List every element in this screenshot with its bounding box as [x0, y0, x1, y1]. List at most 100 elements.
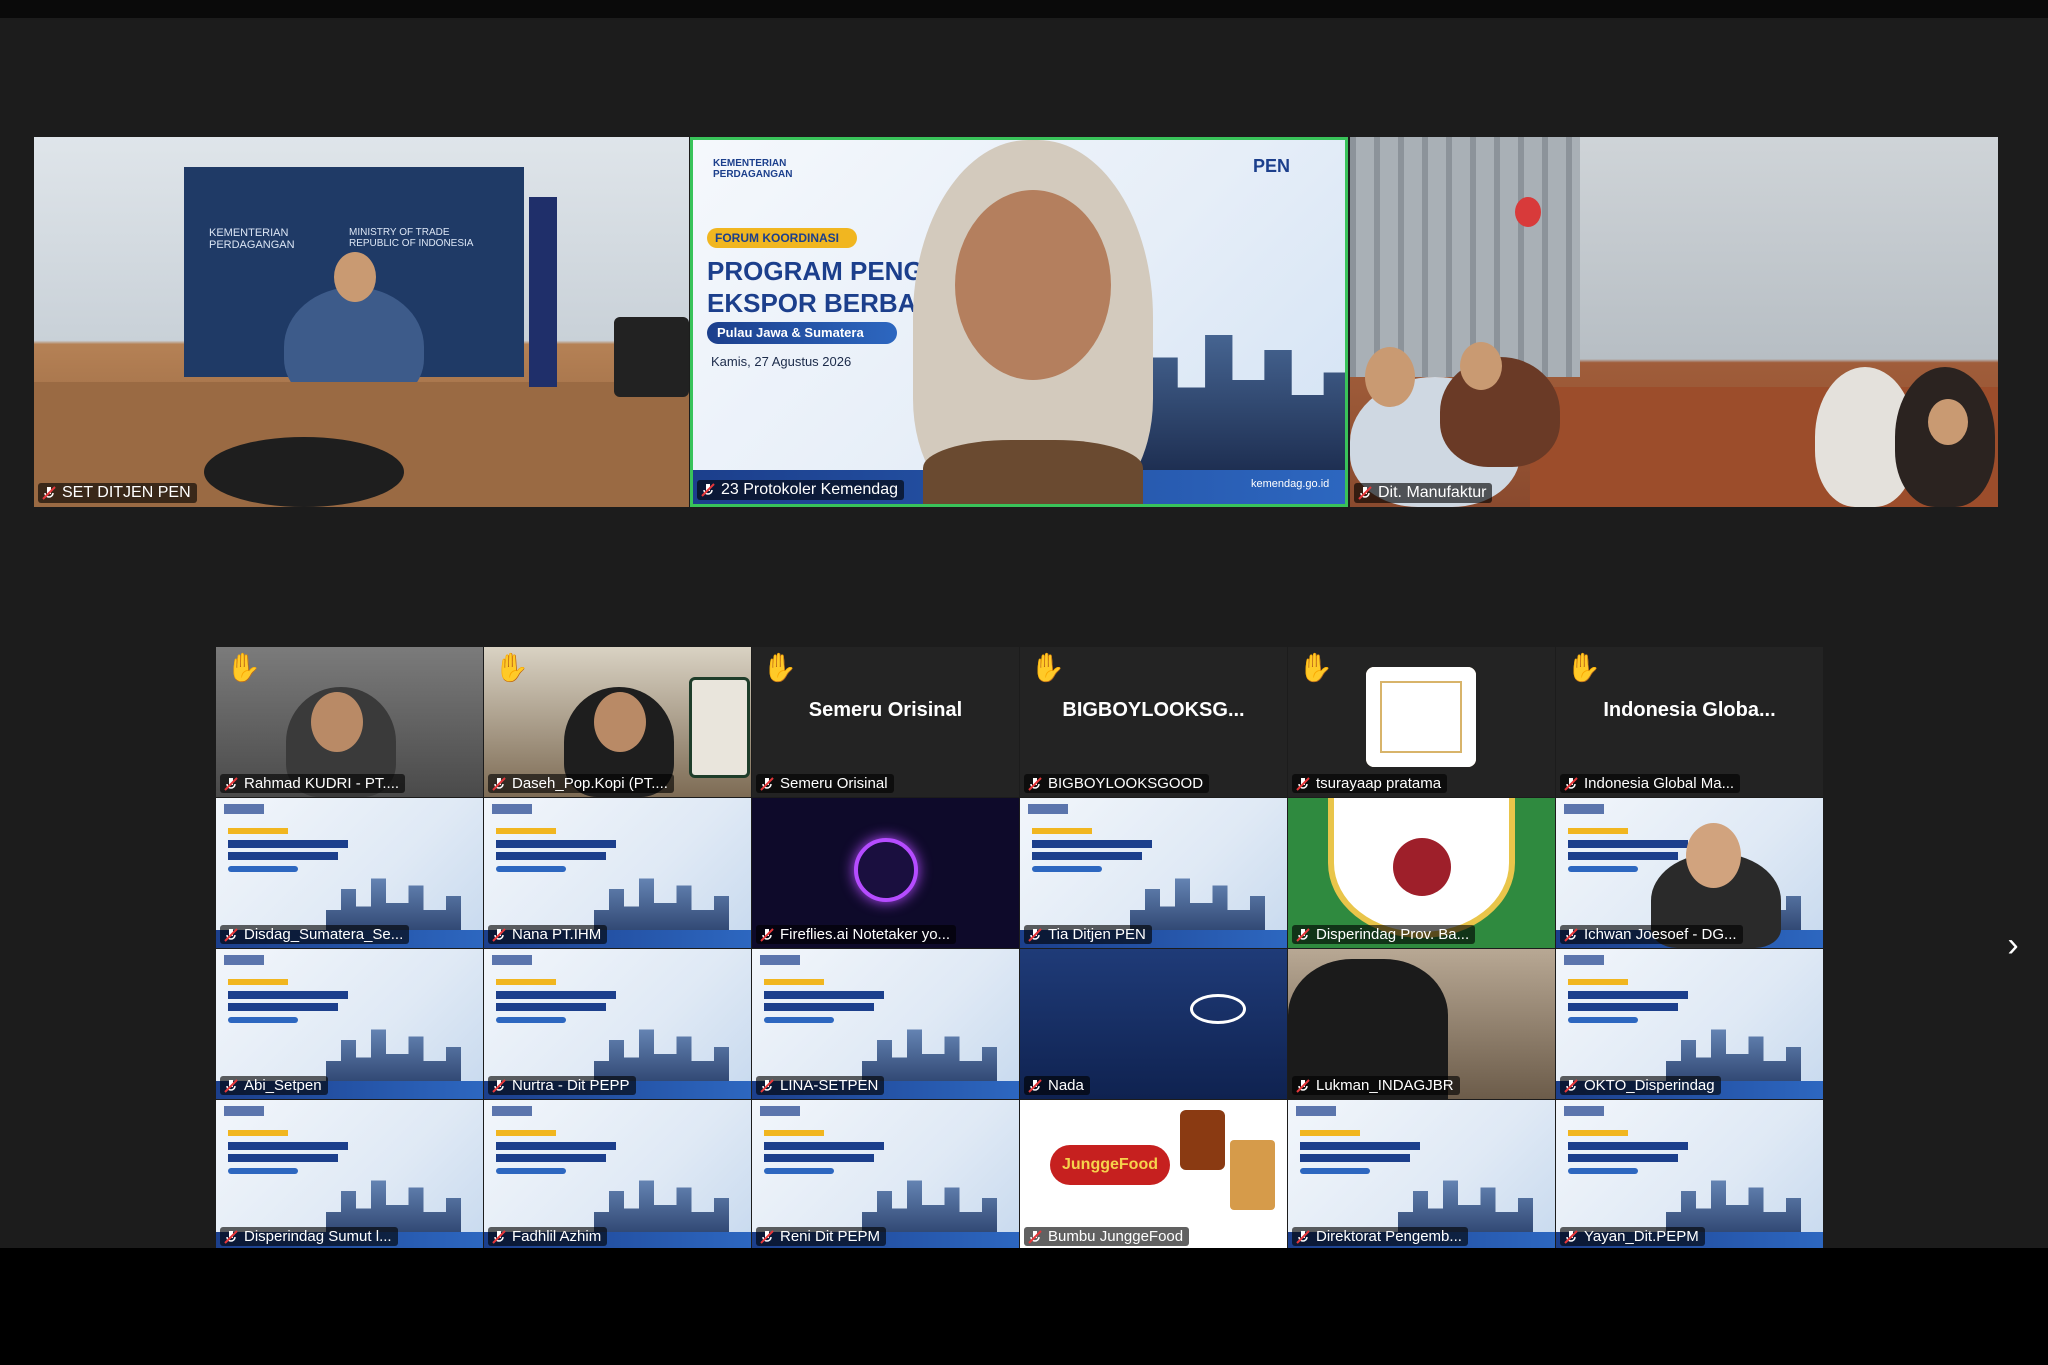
mic-muted-icon — [491, 1229, 507, 1245]
participant-name: tsurayaap pratama — [1316, 775, 1442, 792]
city-skyline — [1123, 335, 1345, 470]
next-page-arrow[interactable]: › — [1998, 928, 2028, 962]
participant-name: Disperindag Sumut l... — [244, 1228, 392, 1245]
mic-muted-icon — [491, 776, 507, 792]
speaker-tile-3[interactable]: Dit. Manufaktur — [1350, 137, 1998, 507]
window-blinds — [1350, 137, 1580, 377]
speaker-name: 23 Protokoler Kemendag — [721, 481, 898, 498]
participant-name: BIGBOYLOOKSGOOD — [1048, 775, 1204, 792]
participant-tile[interactable]: Nurtra - Dit PEPP — [484, 949, 751, 1099]
mic-muted-icon — [1295, 776, 1311, 792]
participant-tile[interactable]: Nada — [1020, 949, 1287, 1099]
slide-thumbnail-part — [496, 1142, 616, 1150]
slide-thumbnail-part — [764, 1003, 874, 1011]
fireflies-logo — [854, 838, 918, 902]
slide-thumbnail-part — [496, 866, 566, 872]
slide-thumbnail-part — [1564, 804, 1604, 814]
participant-display-name: Indonesia Globa... — [1603, 699, 1776, 721]
slide-thumbnail-part — [496, 852, 606, 860]
mic-muted-icon — [759, 1078, 775, 1094]
mic-muted-icon — [491, 1078, 507, 1094]
participant-display-name: BIGBOYLOOKSG... — [1062, 699, 1245, 721]
slide-thumbnail-part — [1568, 852, 1678, 860]
slide-thumbnail-part — [760, 955, 800, 965]
participant-tile[interactable]: Lukman_INDAGJBR — [1288, 949, 1555, 1099]
slide-thumbnail-part — [1032, 852, 1142, 860]
raised-hand-icon: ✋ — [494, 652, 529, 683]
mic-muted-icon — [700, 482, 716, 498]
participant-tile[interactable]: Reni Dit PEPM — [752, 1100, 1019, 1250]
slide-thumbnail-part — [496, 1130, 556, 1136]
participant-tile[interactable]: LINA-SETPEN — [752, 949, 1019, 1099]
participant-name: Nana PT.IHM — [512, 926, 602, 943]
slide-thumbnail-part — [1300, 1168, 1370, 1174]
participant-tile[interactable]: Direktorat Pengemb... — [1288, 1100, 1555, 1250]
participant-tile[interactable]: Indonesia Globa... ✋ Indonesia Global Ma..… — [1556, 647, 1823, 797]
participant-name-tag: Rahmad KUDRI - PT.... — [220, 774, 406, 793]
participant-tile[interactable]: Ichwan Joesoef - DG... — [1556, 798, 1823, 948]
slide-thumbnail-part — [1568, 1017, 1638, 1023]
participant-name-tag: BIGBOYLOOKSGOOD — [1024, 774, 1210, 793]
participant-name-tag: Bumbu JunggeFood — [1024, 1227, 1190, 1246]
participant-gallery: ✋ Rahmad KUDRI - PT.... ✋ Daseh_Pop.Kopi (P… — [216, 647, 1826, 1250]
slide-thumbnail-part — [1568, 866, 1638, 872]
participant-tile[interactable]: Disdag_Sumatera_Se... — [216, 798, 483, 948]
raised-hand-icon: ✋ — [226, 652, 261, 683]
participant-name-tag: Fireflies.ai Notetaker yo... — [756, 925, 957, 944]
participant-name-tag: OKTO_Disperindag — [1560, 1076, 1721, 1095]
participant-tile[interactable]: BIGBOYLOOKSG... ✋ BIGBOYLOOKSGOOD — [1020, 647, 1287, 797]
slide-thumbnail-part — [228, 1154, 338, 1162]
participant-tile[interactable]: ✋ tsurayaap pratama — [1288, 647, 1555, 797]
slide-thumbnail-part — [228, 866, 298, 872]
participant-tile[interactable]: Yayan_Dit.PEPM — [1556, 1100, 1823, 1250]
slide-thumbnail-part — [1032, 840, 1152, 848]
participant-tile[interactable]: Nana PT.IHM — [484, 798, 751, 948]
raised-hand-icon: ✋ — [1030, 652, 1065, 683]
slide-thumbnail-part — [228, 1130, 288, 1136]
participant-tile[interactable]: Abi_Setpen — [216, 949, 483, 1099]
product-jar — [1180, 1110, 1225, 1170]
slide-thumbnail-part — [1300, 1142, 1420, 1150]
participant-tile[interactable]: Tia Ditjen PEN — [1020, 798, 1287, 948]
slide-thumbnail-part — [496, 1154, 606, 1162]
slide-thumbnail-part — [228, 828, 288, 834]
participant-tile[interactable]: Fadhlil Azhim — [484, 1100, 751, 1250]
slide-thumbnail-part — [764, 1154, 874, 1162]
participant-tile[interactable]: Semeru Orisinal ✋ Semeru Orisinal — [752, 647, 1019, 797]
mic-muted-icon — [1563, 1078, 1579, 1094]
raised-hand-icon: ✋ — [1298, 652, 1333, 683]
slide-thumbnail-part — [1568, 1003, 1678, 1011]
participant-tile[interactable]: Disperindag Prov. Ba... — [1288, 798, 1555, 948]
participant-tile[interactable]: OKTO_Disperindag — [1556, 949, 1823, 1099]
slide-thumbnail-part — [1568, 840, 1688, 848]
mic-muted-icon — [1027, 776, 1043, 792]
participant-d-face — [1928, 399, 1968, 445]
speaker-tile-1[interactable]: KEMENTERIAN PERDAGANGAN MINISTRY OF TRAD… — [34, 137, 689, 507]
slide-thumbnail-part — [1032, 828, 1092, 834]
participant-logo — [1366, 667, 1476, 767]
window-bottom-bar — [0, 1248, 2048, 1365]
participant-name: Rahmad KUDRI - PT.... — [244, 775, 400, 792]
mic-muted-icon — [223, 1229, 239, 1245]
participant-name-tag: Ichwan Joesoef - DG... — [1560, 925, 1743, 944]
participant-tile[interactable]: ✋ Daseh_Pop.Kopi (PT.... — [484, 647, 751, 797]
coffee-cup-image — [689, 677, 750, 778]
participant-name: Reni Dit PEPM — [780, 1228, 881, 1245]
office-chair — [614, 317, 689, 397]
slide-thumbnail-part — [228, 991, 348, 999]
participant-name-tag: Fadhlil Azhim — [488, 1227, 608, 1246]
participant-tile[interactable]: Disperindag Sumut l... — [216, 1100, 483, 1250]
participant-name: Nurtra - Dit PEPP — [512, 1077, 630, 1094]
mic-muted-icon — [1563, 1229, 1579, 1245]
speaker-name-tag: Dit. Manufaktur — [1354, 483, 1493, 503]
speaker-tile-2[interactable]: KEMENTERIAN PERDAGANGAN PEN FORUM KOORDI… — [690, 137, 1348, 507]
participant-tile[interactable]: Fireflies.ai Notetaker yo... — [752, 798, 1019, 948]
pen-logo: PEN — [1253, 156, 1291, 176]
speaker-name: SET DITJEN PEN — [62, 484, 191, 501]
participant-tile[interactable]: ✋ Rahmad KUDRI - PT.... — [216, 647, 483, 797]
participant-tile[interactable]: JunggeFood Bumbu JunggeFood — [1020, 1100, 1287, 1250]
participant-name-tag: Nana PT.IHM — [488, 925, 608, 944]
participant-name: Disdag_Sumatera_Se... — [244, 926, 404, 943]
mic-muted-icon — [1563, 927, 1579, 943]
food-brand-logo: JunggeFood — [1050, 1145, 1170, 1185]
